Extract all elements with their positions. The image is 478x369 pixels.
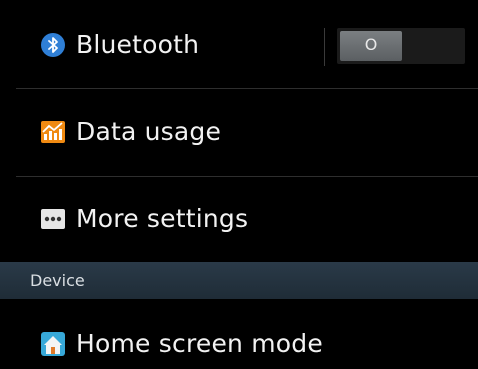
toggle-knob-text: O xyxy=(364,35,378,54)
more-settings-row[interactable]: More settings xyxy=(0,177,478,261)
data-usage-row[interactable]: Data usage xyxy=(0,89,478,176)
bluetooth-label: Bluetooth xyxy=(76,30,200,59)
bluetooth-icon xyxy=(41,33,65,57)
home-screen-mode-row[interactable]: Home screen mode xyxy=(0,299,478,369)
home-screen-icon xyxy=(41,332,65,356)
toggle-knob[interactable]: O xyxy=(340,31,402,61)
section-header-label: Device xyxy=(30,271,85,290)
settings-list: Bluetooth O Data usage More settings Dev… xyxy=(0,0,478,369)
device-section-header: Device xyxy=(0,262,478,299)
toggle-separator xyxy=(324,28,325,66)
more-settings-icon xyxy=(41,209,65,229)
bluetooth-row[interactable]: Bluetooth O xyxy=(0,0,478,88)
data-usage-label: Data usage xyxy=(76,117,222,146)
data-usage-icon xyxy=(41,121,65,143)
home-screen-mode-label: Home screen mode xyxy=(76,329,323,358)
more-settings-label: More settings xyxy=(76,204,249,233)
bluetooth-toggle[interactable]: O xyxy=(337,28,465,64)
